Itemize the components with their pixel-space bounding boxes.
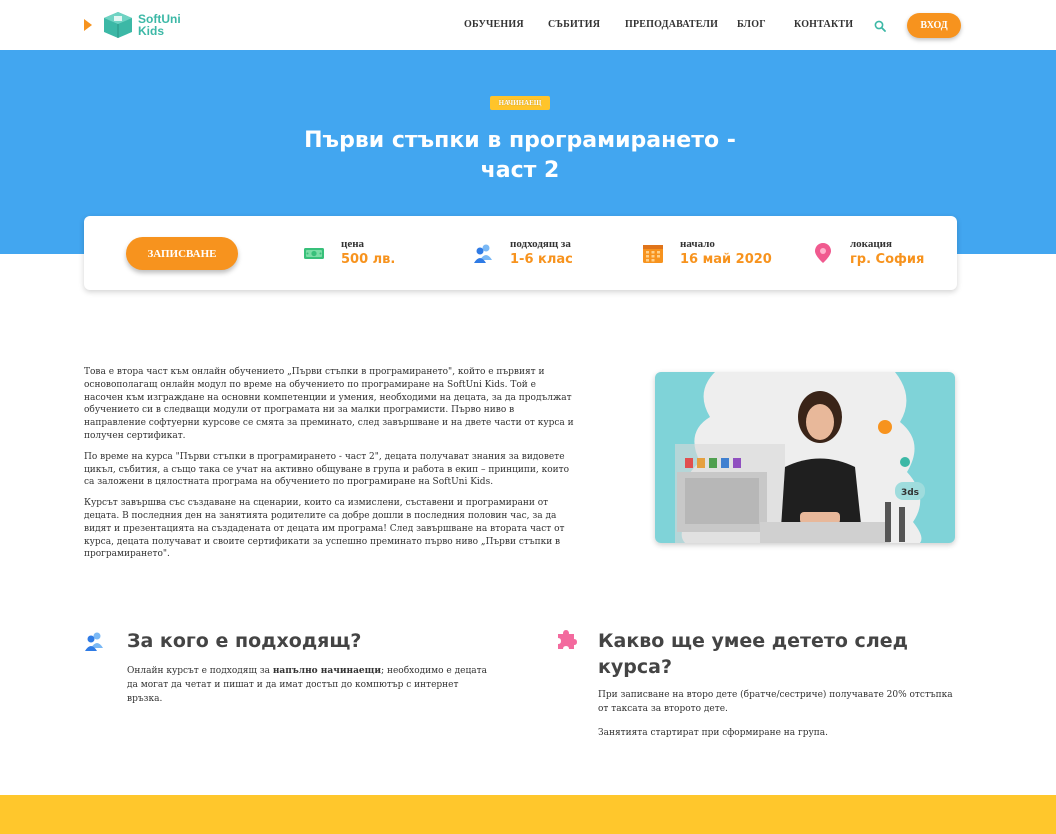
description-paragraph: Това е втора част към онлайн обучението … bbox=[84, 367, 574, 441]
start-date-label: начало bbox=[680, 238, 715, 250]
who-section-title: За кого е подходящ? bbox=[127, 630, 362, 652]
nav-item-trainings[interactable]: ОБУЧЕНИЯ bbox=[464, 19, 524, 30]
suitable-for-label: подходящ за bbox=[510, 238, 571, 250]
logo-text: SoftUni Kids bbox=[138, 13, 181, 37]
logo-box-icon bbox=[104, 12, 132, 38]
logo[interactable]: SoftUni Kids bbox=[84, 10, 181, 40]
location-label: локация bbox=[850, 238, 892, 250]
skills-paragraph: Занятията стартират при сформиране на гр… bbox=[598, 728, 829, 738]
description-paragraph: По време на курса "Първи стъпки в програ… bbox=[84, 451, 570, 488]
price-value: 500 лв. bbox=[341, 252, 396, 267]
teacher-photo: 3ds bbox=[655, 372, 955, 543]
start-date-value: 16 май 2020 bbox=[680, 252, 772, 267]
users-icon bbox=[85, 632, 103, 651]
suitable-for-value: 1-6 клас bbox=[510, 252, 573, 267]
puzzle-icon bbox=[558, 630, 577, 649]
who-text-bold: напълно начинаещи bbox=[272, 666, 382, 676]
calendar-icon bbox=[643, 245, 663, 263]
users-icon bbox=[474, 244, 492, 263]
nav-item-teachers[interactable]: ПРЕПОДАВАТЕЛИ bbox=[625, 19, 718, 30]
course-info-card: ЗАПИСВАНЕ цена 500 лв. подходящ за 1-6 к… bbox=[84, 216, 957, 290]
course-description: Това е втора част към онлайн обучението … bbox=[84, 366, 574, 569]
nav-item-blog[interactable]: БЛОГ bbox=[737, 19, 766, 30]
footer-band bbox=[0, 795, 1056, 834]
money-icon bbox=[304, 248, 324, 259]
login-button[interactable]: ВХОД bbox=[907, 13, 961, 38]
location-value: гр. София bbox=[850, 252, 925, 267]
site-header: SoftUni Kids ОБУЧЕНИЯ СЪБИТИЯ ПРЕПОДАВАТ… bbox=[0, 0, 1056, 50]
course-title: Първи стъпки в програмирането - част 2 bbox=[304, 128, 736, 183]
who-text-start: Онлайн курсът е подходящ за bbox=[127, 666, 273, 676]
logo-line-2: Kids bbox=[138, 24, 165, 38]
logo-arrow-icon bbox=[84, 19, 92, 31]
nav-item-events[interactable]: СЪБИТИЯ bbox=[548, 19, 600, 30]
skills-section-title: Какво ще умее детето след курса? bbox=[598, 630, 908, 678]
who-section-text: Онлайн курсът е подходящ за напълно начи… bbox=[127, 664, 487, 706]
video-caption: 3ds bbox=[901, 488, 919, 498]
skills-section-text: При записване на второ дете (братче/сест… bbox=[598, 688, 958, 750]
nav-item-contacts[interactable]: КОНТАКТИ bbox=[794, 19, 853, 30]
level-badge: НАЧИНАЕЩ bbox=[490, 96, 550, 110]
search-icon[interactable] bbox=[874, 20, 886, 32]
enroll-button[interactable]: ЗАПИСВАНЕ bbox=[126, 237, 238, 270]
location-pin-icon bbox=[815, 243, 831, 263]
course-video[interactable]: 3ds bbox=[655, 372, 955, 543]
skills-paragraph: При записване на второ дете (братче/сест… bbox=[598, 690, 953, 714]
description-paragraph: Курсът завършва със създаване на сценари… bbox=[84, 498, 565, 560]
price-label: цена bbox=[341, 238, 365, 250]
